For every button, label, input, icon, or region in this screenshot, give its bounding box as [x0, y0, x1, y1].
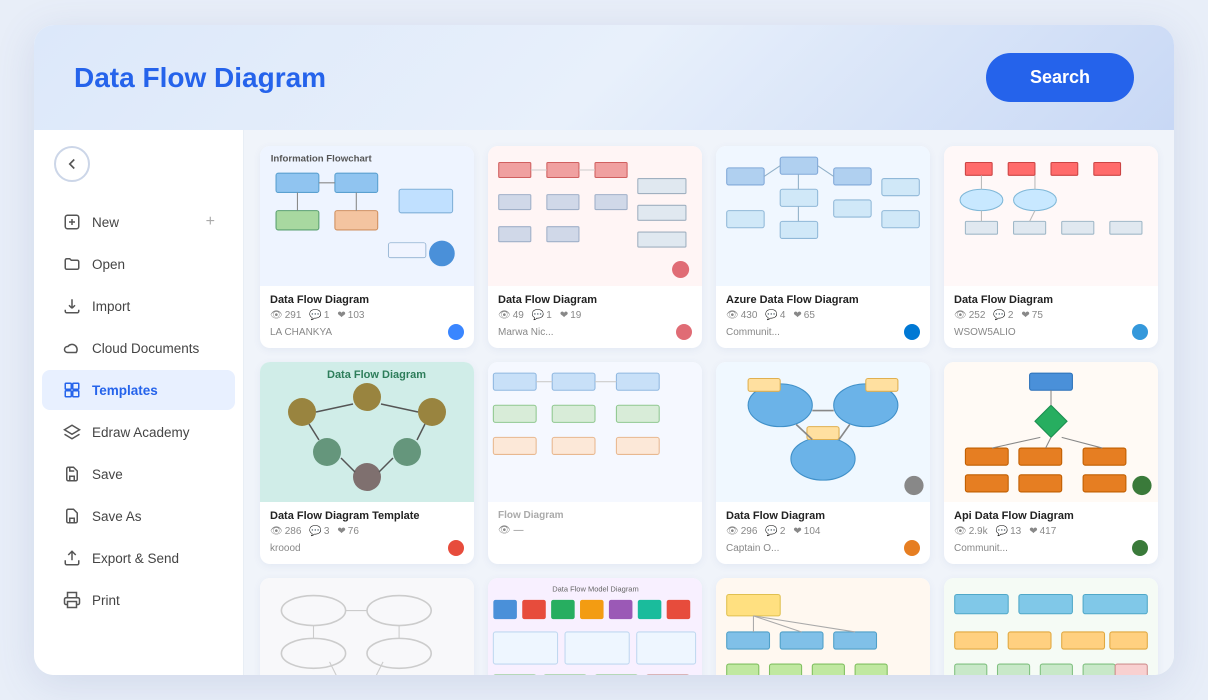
card-info-2: Data Flow Diagram 👁 49 💬 1 ❤ 19 Marwa Ni… — [488, 286, 702, 348]
template-card-8[interactable]: Api Data Flow Diagram 👁 2.9k 💬 13 ❤ 417 … — [944, 362, 1158, 564]
card-meta-8: 👁 2.9k 💬 13 ❤ 417 — [954, 526, 1148, 537]
card-thumb-12 — [944, 578, 1158, 675]
sidebar-item-export[interactable]: Export & Send — [42, 538, 235, 578]
svg-text:Information Flowchart: Information Flowchart — [271, 153, 373, 164]
sidebar-item-templates[interactable]: Templates — [42, 370, 235, 410]
card-info-4: Data Flow Diagram 👁 252 💬 2 ❤ 75 WSOW5AL… — [944, 286, 1158, 348]
card-info-6: Flow Diagram 👁 — — [488, 502, 702, 544]
templates-grid: Information Flowchart — [260, 146, 1158, 675]
sidebar-item-save-label: Save — [92, 467, 123, 482]
card-info-7: Data Flow Diagram 👁 296 💬 2 ❤ 104 Captai… — [716, 502, 930, 564]
card-author-7: Captain O... — [726, 540, 920, 556]
card-thumb-9 — [260, 578, 474, 675]
academy-icon — [62, 422, 82, 442]
card-info-8: Api Data Flow Diagram 👁 2.9k 💬 13 ❤ 417 … — [944, 502, 1158, 564]
print-icon — [62, 590, 82, 610]
sidebar-item-export-label: Export & Send — [92, 551, 179, 566]
arrow-left-icon — [63, 155, 81, 173]
card-thumb-4 — [944, 146, 1158, 286]
import-icon — [62, 296, 82, 316]
back-button[interactable] — [54, 146, 90, 182]
sidebar-item-open-label: Open — [92, 257, 125, 272]
sidebar-item-cloud[interactable]: Cloud Documents — [42, 328, 235, 368]
sidebar-item-cloud-label: Cloud Documents — [92, 341, 199, 356]
sidebar-item-templates-label: Templates — [92, 383, 158, 398]
search-button[interactable]: Search — [986, 53, 1134, 102]
sidebar-item-new[interactable]: New + — [42, 202, 235, 242]
sidebar-item-new-label: New — [92, 215, 119, 230]
plus-square-icon — [62, 212, 82, 232]
card-meta-2: 👁 49 💬 1 ❤ 19 — [498, 310, 692, 321]
template-card-5[interactable]: Data Flow Diagram — [260, 362, 474, 564]
card-title-3: Azure Data Flow Diagram — [726, 294, 920, 306]
card-meta-1: 👁 291 💬 1 ❤ 103 — [270, 310, 464, 321]
card-thumb-3 — [716, 146, 930, 286]
sidebar: New + Open Import Cloud Doc — [34, 130, 244, 675]
sidebar-item-save[interactable]: Save — [42, 454, 235, 494]
card-title-8: Api Data Flow Diagram — [954, 510, 1148, 522]
export-icon — [62, 548, 82, 568]
plus-icon: + — [206, 213, 215, 231]
template-card-1[interactable]: Information Flowchart — [260, 146, 474, 348]
card-title-6: Flow Diagram — [498, 510, 692, 521]
card-meta-5: 👁 286 💬 3 ❤ 76 — [270, 526, 464, 537]
card-title-1: Data Flow Diagram — [270, 294, 464, 306]
card-thumb-10: Data Flow Model Diagram — [488, 578, 702, 675]
card-thumb-7 — [716, 362, 930, 502]
header: Data Flow Diagram Search — [34, 25, 1174, 130]
template-card-3[interactable]: Azure Data Flow Diagram 👁 430 💬 4 ❤ 65 C… — [716, 146, 930, 348]
folder-icon — [62, 254, 82, 274]
card-title-5: Data Flow Diagram Template — [270, 510, 464, 522]
card-meta-4: 👁 252 💬 2 ❤ 75 — [954, 310, 1148, 321]
card-author-5: kroood — [270, 540, 464, 556]
card-author-8: Communit... — [954, 540, 1148, 556]
template-card-7[interactable]: Data Flow Diagram 👁 296 💬 2 ❤ 104 Captai… — [716, 362, 930, 564]
card-thumb-8 — [944, 362, 1158, 502]
card-meta-6: 👁 — — [498, 525, 692, 536]
sidebar-item-academy[interactable]: Edraw Academy — [42, 412, 235, 452]
template-card-9[interactable]: Data Flow Diagram 👁 77 💬 0 ❤ 19 Hyun Aur… — [260, 578, 474, 675]
body-area: New + Open Import Cloud Doc — [34, 130, 1174, 675]
template-card-6[interactable]: Flow Diagram 👁 — — [488, 362, 702, 564]
templates-icon — [62, 380, 82, 400]
template-card-10[interactable]: Data Flow Model Diagram — [488, 578, 702, 675]
sidebar-item-open[interactable]: Open — [42, 244, 235, 284]
card-author-2: Marwa Nic... — [498, 324, 692, 340]
card-thumb-1: Information Flowchart — [260, 146, 474, 286]
card-thumb-2 — [488, 146, 702, 286]
app-window: Data Flow Diagram Search New + — [34, 25, 1174, 675]
card-thumb-6 — [488, 362, 702, 502]
save-icon — [62, 464, 82, 484]
card-author-4: WSOW5ALIO — [954, 324, 1148, 340]
card-meta-3: 👁 430 💬 4 ❤ 65 — [726, 310, 920, 321]
sidebar-item-saveas[interactable]: Save As — [42, 496, 235, 536]
template-card-4[interactable]: Data Flow Diagram 👁 252 💬 2 ❤ 75 WSOW5AL… — [944, 146, 1158, 348]
card-thumb-5: Data Flow Diagram — [260, 362, 474, 502]
card-title-7: Data Flow Diagram — [726, 510, 920, 522]
main-content: Information Flowchart — [244, 130, 1174, 675]
svg-text:Data Flow Model Diagram: Data Flow Model Diagram — [552, 584, 639, 593]
template-card-12[interactable]: Pci Data Flow Diagram 👁 1.3k 💬 13 ❤ 268 … — [944, 578, 1158, 675]
sidebar-item-import-label: Import — [92, 299, 130, 314]
card-author-1: LA CHANKYA — [270, 324, 464, 340]
card-info-5: Data Flow Diagram Template 👁 286 💬 3 ❤ 7… — [260, 502, 474, 564]
card-info-3: Azure Data Flow Diagram 👁 430 💬 4 ❤ 65 C… — [716, 286, 930, 348]
card-info-1: Data Flow Diagram 👁 291 💬 1 ❤ 103 LA CHA… — [260, 286, 474, 348]
card-title-4: Data Flow Diagram — [954, 294, 1148, 306]
template-card-11[interactable]: Netflix D... 👁 2.8k — [716, 578, 930, 675]
page-title: Data Flow Diagram — [74, 62, 326, 94]
card-title-2: Data Flow Diagram — [498, 294, 692, 306]
sidebar-item-academy-label: Edraw Academy — [92, 425, 190, 440]
sidebar-item-saveas-label: Save As — [92, 509, 142, 524]
template-card-2[interactable]: Data Flow Diagram 👁 49 💬 1 ❤ 19 Marwa Ni… — [488, 146, 702, 348]
card-author-3: Communit... — [726, 324, 920, 340]
saveas-icon — [62, 506, 82, 526]
card-meta-7: 👁 296 💬 2 ❤ 104 — [726, 526, 920, 537]
card-thumb-11 — [716, 578, 930, 675]
sidebar-item-import[interactable]: Import — [42, 286, 235, 326]
sidebar-item-print-label: Print — [92, 593, 120, 608]
sidebar-item-print[interactable]: Print — [42, 580, 235, 620]
cloud-icon — [62, 338, 82, 358]
svg-text:Data Flow Diagram: Data Flow Diagram — [327, 369, 426, 381]
